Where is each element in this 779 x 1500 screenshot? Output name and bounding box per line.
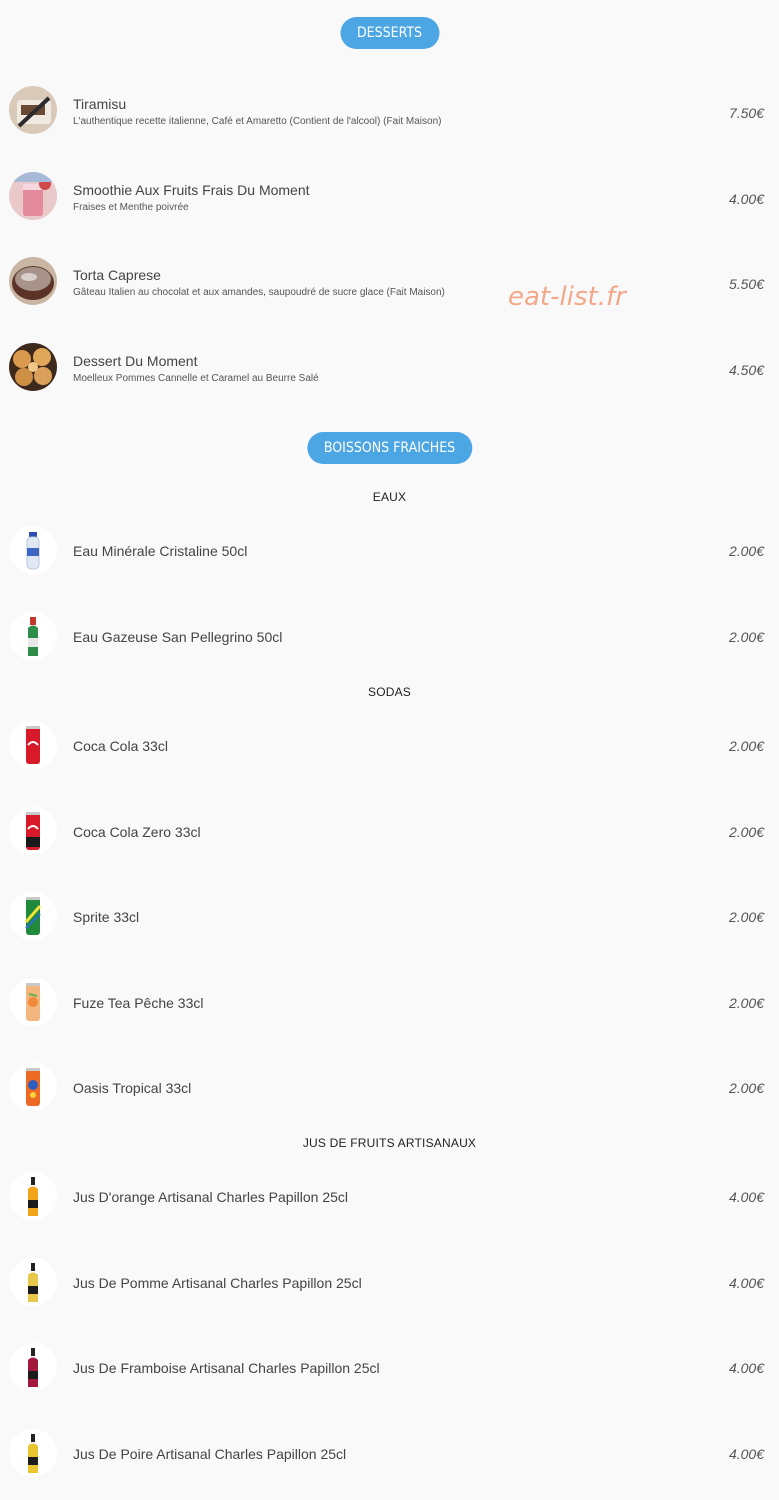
subheading-jus-de-fruits: JUS DE FRUITS ARTISANAUX <box>302 1136 477 1150</box>
desserts-section-button[interactable]: DESSERTS <box>339 17 440 49</box>
item-price: 4.50€ <box>728 362 764 378</box>
coca-can-icon <box>9 721 57 769</box>
item-name: Eau Minérale Cristaline 50cl <box>73 543 248 559</box>
item-price: 5.50€ <box>728 276 764 292</box>
cake-photo-icon <box>9 257 57 305</box>
item-description: L'authentique recette italienne, Café et… <box>73 116 442 127</box>
menu-item-oasis-tropical[interactable]: Oasis Tropical 33cl 2.00€ <box>0 1057 779 1117</box>
item-name: Jus D'orange Artisanal Charles Papillon … <box>73 1189 349 1205</box>
item-name: Fuze Tea Pêche 33cl <box>73 995 204 1011</box>
oasis-can-icon <box>9 1063 57 1111</box>
orange-juice-bottle-icon <box>9 1172 57 1220</box>
item-price: 2.00€ <box>728 909 764 925</box>
subheading-eaux: EAUX <box>372 490 407 504</box>
watermark-text: eat-list.fr <box>508 282 626 312</box>
menu-item-tiramisu[interactable]: Tiramisu L'authentique recette italienne… <box>0 80 779 140</box>
menu-item-torta-caprese[interactable]: Torta Caprese Gâteau Italien au chocolat… <box>0 251 779 311</box>
coca-zero-can-icon <box>9 807 57 855</box>
raspberry-juice-bottle-icon <box>9 1343 57 1391</box>
apple-juice-bottle-icon <box>9 1258 57 1306</box>
item-price: 4.00€ <box>728 1189 764 1205</box>
item-price: 2.00€ <box>728 1080 764 1096</box>
item-name: Coca Cola 33cl <box>73 738 168 754</box>
menu-item-dessert-du-moment[interactable]: Dessert Du Moment Moelleux Pommes Cannel… <box>0 337 779 397</box>
water-bottle-icon <box>9 526 57 574</box>
item-name: Smoothie Aux Fruits Frais Du Moment <box>73 182 310 198</box>
menu-item-jus-orange[interactable]: Jus D'orange Artisanal Charles Papillon … <box>0 1166 779 1226</box>
pastry-photo-icon <box>9 343 57 391</box>
item-description: Moelleux Pommes Cannelle et Caramel au B… <box>73 373 319 384</box>
item-price: 2.00€ <box>728 738 764 754</box>
menu-item-sprite[interactable]: Sprite 33cl 2.00€ <box>0 886 779 946</box>
item-name: Sprite 33cl <box>73 909 140 925</box>
item-price: 2.00€ <box>728 824 764 840</box>
item-price: 7.50€ <box>728 105 764 121</box>
item-name: Coca Cola Zero 33cl <box>73 824 201 840</box>
item-price: 4.00€ <box>728 1446 764 1462</box>
menu-item-coca-cola[interactable]: Coca Cola 33cl 2.00€ <box>0 715 779 775</box>
boissons-section-button[interactable]: BOISSONS FRAICHES <box>306 432 473 464</box>
item-name: Torta Caprese <box>73 267 161 283</box>
green-bottle-icon <box>9 612 57 660</box>
item-price: 2.00€ <box>728 629 764 645</box>
tiramisu-photo-icon <box>9 86 57 134</box>
item-name: Tiramisu <box>73 96 127 112</box>
item-name: Oasis Tropical 33cl <box>73 1080 192 1096</box>
item-description: Gâteau Italien au chocolat et aux amande… <box>73 287 445 298</box>
menu-item-smoothie[interactable]: Smoothie Aux Fruits Frais Du Moment Frai… <box>0 166 779 226</box>
menu-item-jus-pomme[interactable]: Jus De Pomme Artisanal Charles Papillon … <box>0 1252 779 1312</box>
item-name: Jus De Framboise Artisanal Charles Papil… <box>73 1360 380 1376</box>
item-name: Eau Gazeuse San Pellegrino 50cl <box>73 629 283 645</box>
menu-item-coca-cola-zero[interactable]: Coca Cola Zero 33cl 2.00€ <box>0 801 779 861</box>
fuze-tea-can-icon <box>9 978 57 1026</box>
subheading-sodas: SODAS <box>367 685 411 699</box>
item-name: Dessert Du Moment <box>73 353 198 369</box>
item-price: 4.00€ <box>728 1275 764 1291</box>
item-name: Jus De Pomme Artisanal Charles Papillon … <box>73 1275 362 1291</box>
sprite-can-icon <box>9 892 57 940</box>
pear-juice-bottle-icon <box>9 1429 57 1477</box>
menu-item-cristaline[interactable]: Eau Minérale Cristaline 50cl 2.00€ <box>0 520 779 580</box>
item-description: Fraises et Menthe poivrée <box>73 202 189 213</box>
menu-page: DESSERTS Tiramisu L'authentique recette … <box>0 0 779 1500</box>
menu-item-jus-framboise[interactable]: Jus De Framboise Artisanal Charles Papil… <box>0 1337 779 1397</box>
item-price: 2.00€ <box>728 995 764 1011</box>
item-name: Jus De Poire Artisanal Charles Papillon … <box>73 1446 347 1462</box>
menu-item-fuze-tea[interactable]: Fuze Tea Pêche 33cl 2.00€ <box>0 972 779 1032</box>
item-price: 4.00€ <box>728 191 764 207</box>
menu-item-jus-poire[interactable]: Jus De Poire Artisanal Charles Papillon … <box>0 1423 779 1483</box>
smoothie-photo-icon <box>9 172 57 220</box>
item-price: 2.00€ <box>728 543 764 559</box>
menu-item-san-pellegrino[interactable]: Eau Gazeuse San Pellegrino 50cl 2.00€ <box>0 606 779 666</box>
item-price: 4.00€ <box>728 1360 764 1376</box>
